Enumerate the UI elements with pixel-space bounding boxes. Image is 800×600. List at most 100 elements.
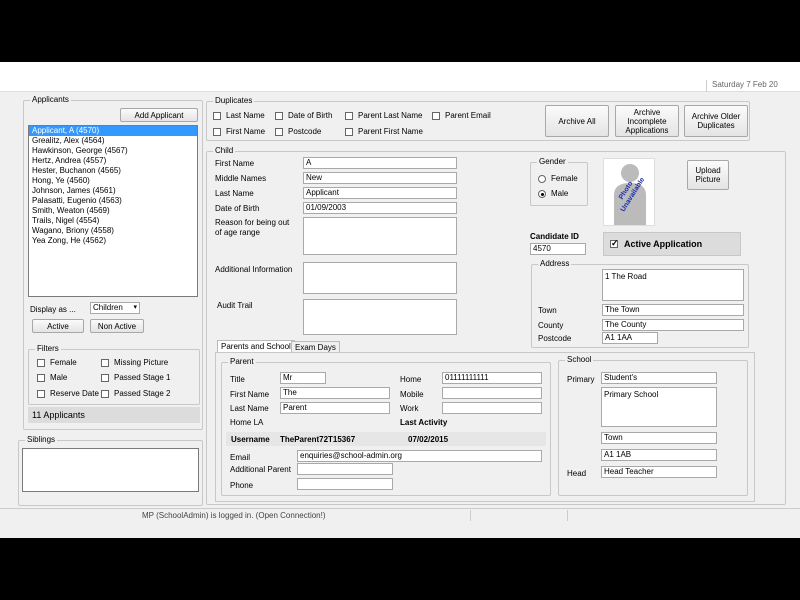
dup-parent-first-name[interactable]: Parent First Name — [345, 127, 423, 136]
list-item[interactable]: Grealitz, Alex (4564) — [29, 136, 197, 146]
primary-input[interactable]: Student's — [601, 372, 717, 384]
home-phone-input[interactable]: 01111111111 — [442, 372, 542, 384]
dup-parent-email-checkbox[interactable] — [432, 111, 440, 120]
dob-input[interactable]: 01/09/2003 — [303, 202, 457, 214]
address-county-label: County — [538, 321, 564, 330]
non-active-button[interactable]: Non Active — [90, 319, 144, 333]
candidate-id-label: Candidate ID — [530, 232, 579, 241]
mobile-input[interactable] — [442, 387, 542, 399]
archive-incomplete-button[interactable]: Archive Incomplete Applications — [615, 105, 679, 137]
work-input[interactable] — [442, 402, 542, 414]
active-application-checkbox[interactable] — [610, 238, 619, 249]
list-item[interactable]: Hawkinson, George (4567) — [29, 146, 197, 156]
filter-female[interactable]: Female — [37, 358, 77, 367]
email-input[interactable]: enquiries@school-admin.org — [297, 450, 542, 462]
filters-group: Filters Female Missing Picture Male Pass… — [28, 344, 200, 405]
male-checkbox[interactable] — [37, 373, 45, 382]
middle-names-input[interactable]: New — [303, 172, 457, 184]
active-application-box[interactable]: Active Application — [603, 232, 741, 256]
female-checkbox[interactable] — [37, 358, 45, 367]
passed-stage-2-checkbox[interactable] — [101, 389, 109, 398]
list-item[interactable]: Hertz, Andrea (4557) — [29, 156, 197, 166]
address-county-input[interactable]: The County — [602, 319, 744, 331]
filter-passed-stage-1-label: Passed Stage 1 — [114, 373, 171, 382]
filter-reserve-date[interactable]: Reserve Date — [37, 389, 99, 398]
list-item[interactable]: Applicant, A (4570) — [29, 126, 197, 136]
archive-older-button[interactable]: Archive Older Duplicates — [684, 105, 748, 137]
school-label: School — [565, 355, 594, 364]
head-input[interactable]: Head Teacher — [601, 466, 717, 478]
dup-first-name-checkbox[interactable] — [213, 127, 221, 136]
list-item[interactable]: Hong, Ye (4560) — [29, 176, 197, 186]
archive-all-button[interactable]: Archive All — [545, 105, 609, 137]
last-name-label: Last Name — [215, 189, 254, 198]
list-item[interactable]: Trails, Nigel (4554) — [29, 216, 197, 226]
reason-label: Reason for being out of age range — [215, 218, 290, 237]
male-radio-option[interactable]: Male — [538, 189, 568, 198]
dup-parent-last-name[interactable]: Parent Last Name — [345, 111, 422, 120]
list-item[interactable]: Smith, Weaton (4569) — [29, 206, 197, 216]
list-item[interactable]: Johnson, James (4561) — [29, 186, 197, 196]
reserve-date-checkbox[interactable] — [37, 389, 45, 398]
home-la-label: Home LA — [230, 418, 264, 427]
applicants-list[interactable]: Applicant, A (4570) Grealitz, Alex (4564)… — [28, 125, 198, 297]
missing-picture-checkbox[interactable] — [101, 358, 109, 367]
filter-passed-stage-1[interactable]: Passed Stage 1 — [101, 373, 170, 382]
list-item[interactable]: Hester, Buchanon (4565) — [29, 166, 197, 176]
dup-first-name[interactable]: First Name — [213, 127, 265, 136]
filter-passed-stage-2-label: Passed Stage 2 — [114, 389, 171, 398]
address-postcode-input[interactable]: A1 1AA — [602, 332, 658, 344]
dup-parent-first-name-checkbox[interactable] — [345, 127, 353, 136]
chevron-down-icon: ▾ — [133, 304, 137, 311]
dup-dob-checkbox[interactable] — [275, 111, 283, 120]
phone-input[interactable] — [297, 478, 393, 490]
tab-parents-and-school[interactable]: Parents and School — [217, 340, 295, 352]
filters-label: Filters — [35, 344, 61, 353]
list-item[interactable]: Palasatti, Eugenio (4563) — [29, 196, 197, 206]
dup-postcode-checkbox[interactable] — [275, 127, 283, 136]
dup-dob[interactable]: Date of Birth — [275, 111, 332, 120]
list-item[interactable]: Yea Zong, He (4562) — [29, 236, 197, 246]
upload-picture-button[interactable]: Upload Picture — [687, 160, 729, 190]
school-town-input[interactable]: Town — [601, 432, 717, 444]
dup-postcode[interactable]: Postcode — [275, 127, 321, 136]
address-postcode-label: Postcode — [538, 334, 572, 343]
applicants-label: Applicants — [30, 95, 71, 104]
additional-parent-input[interactable] — [297, 463, 393, 475]
passed-stage-1-checkbox[interactable] — [101, 373, 109, 382]
filter-passed-stage-2[interactable]: Passed Stage 2 — [101, 389, 170, 398]
dup-last-name[interactable]: Last Name — [213, 111, 265, 120]
male-radio-label: Male — [551, 189, 569, 198]
reason-textarea[interactable] — [303, 217, 457, 255]
filter-male[interactable]: Male — [37, 373, 67, 382]
primary-school-textarea[interactable]: Primary School — [601, 387, 717, 427]
parent-title-input[interactable]: Mr — [280, 372, 326, 384]
list-item[interactable]: Wagano, Briony (4558) — [29, 226, 197, 236]
audit-trail-textarea[interactable] — [303, 299, 457, 335]
male-radio[interactable] — [538, 189, 546, 198]
dup-parent-last-name-label: Parent Last Name — [358, 111, 423, 120]
parent-last-name-input[interactable]: Parent — [280, 402, 390, 414]
address-line1-textarea[interactable]: 1 The Road — [602, 269, 744, 301]
siblings-list[interactable] — [22, 448, 199, 492]
duplicates-panel: Duplicates Last Name Date of Birth Paren… — [206, 96, 750, 141]
dup-last-name-checkbox[interactable] — [213, 111, 221, 120]
candidate-id-input[interactable]: 4570 — [530, 243, 586, 255]
last-name-input[interactable]: Applicant — [303, 187, 457, 199]
female-radio-option[interactable]: Female — [538, 174, 578, 183]
school-postcode-input[interactable]: A1 1AB — [601, 449, 717, 461]
additional-info-textarea[interactable] — [303, 262, 457, 294]
duplicates-label: Duplicates — [213, 96, 255, 105]
first-name-input[interactable]: A — [303, 157, 457, 169]
female-radio[interactable] — [538, 174, 546, 183]
parent-first-name-input[interactable]: The — [280, 387, 390, 399]
active-button[interactable]: Active — [32, 319, 84, 333]
add-applicant-button[interactable]: Add Applicant — [120, 108, 198, 122]
applicant-count: 11 Applicants — [32, 410, 85, 420]
filter-reserve-date-label: Reserve Date — [50, 389, 99, 398]
dup-parent-email[interactable]: Parent Email — [432, 111, 491, 120]
dup-parent-last-name-checkbox[interactable] — [345, 111, 353, 120]
display-as-select[interactable]: Children ▾ — [90, 302, 140, 314]
address-town-input[interactable]: The Town — [602, 304, 744, 316]
filter-missing-picture[interactable]: Missing Picture — [101, 358, 168, 367]
